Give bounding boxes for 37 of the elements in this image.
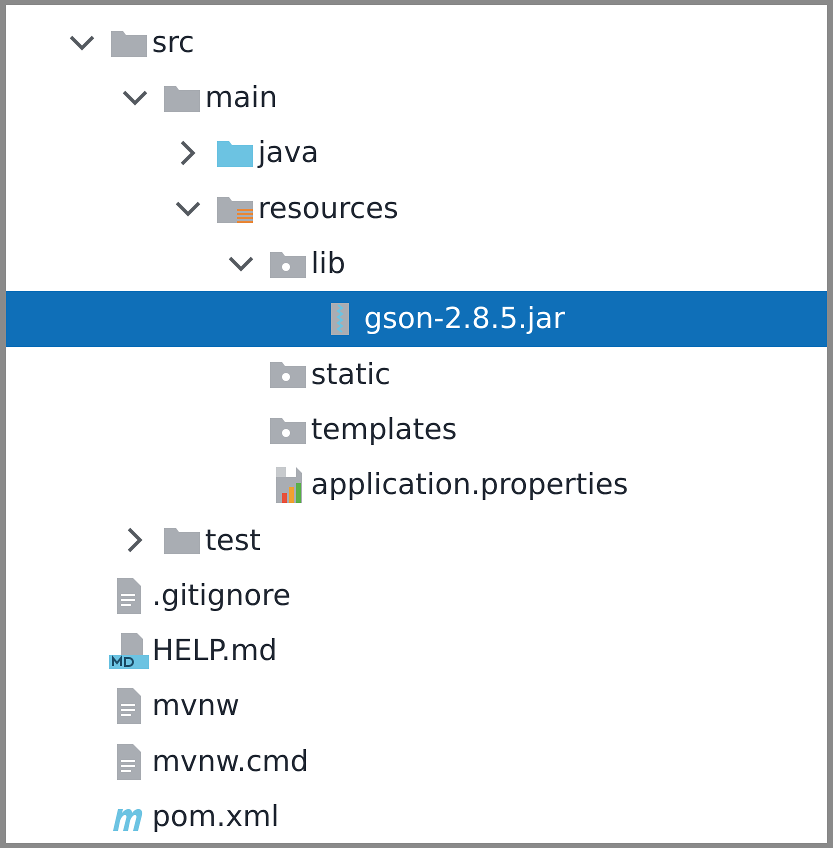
tree-row[interactable]: HELP.md xyxy=(6,623,827,679)
file-name: mvnw xyxy=(152,687,240,724)
chevron-right-icon[interactable] xyxy=(126,526,144,554)
file-name: lib xyxy=(311,245,346,282)
chevron-right-icon[interactable] xyxy=(179,139,197,168)
tree-row[interactable]: lib xyxy=(6,236,827,292)
file-name: HELP.md xyxy=(152,632,278,670)
tree-row[interactable]: java xyxy=(6,126,827,181)
file-name: .gitignore xyxy=(152,576,291,614)
file-name: src xyxy=(152,24,194,61)
chevron-down-icon[interactable] xyxy=(227,254,255,273)
tree-row[interactable]: test xyxy=(6,512,827,568)
file-name: java xyxy=(258,134,319,172)
tree-row[interactable]: src xyxy=(6,15,827,70)
markdown-file-icon xyxy=(109,632,149,669)
tree-row[interactable]: application.properties xyxy=(6,457,827,513)
chevron-down-icon[interactable] xyxy=(174,200,202,218)
tree-row[interactable]: mvnw xyxy=(6,678,827,734)
file-name: resources xyxy=(258,190,399,227)
file-name: gson-2.8.5.jar xyxy=(364,300,565,338)
chevron-down-icon[interactable] xyxy=(68,34,96,52)
chevron-down-icon[interactable] xyxy=(121,88,149,107)
file-name: application.properties xyxy=(311,466,628,504)
tree-row[interactable]: resources xyxy=(6,180,827,236)
tree-row[interactable]: static xyxy=(6,346,827,402)
file-name: templates xyxy=(311,410,458,448)
file-name: pom.xml xyxy=(152,798,280,836)
tree-row[interactable]: pom.xml xyxy=(6,789,827,844)
file-name: main xyxy=(205,79,278,116)
tree-row[interactable]: gson-2.8.5.jar xyxy=(6,291,827,347)
tree-row[interactable]: mvnw.cmd xyxy=(6,734,827,790)
tree-row[interactable]: main xyxy=(6,70,827,126)
file-name: static xyxy=(311,356,391,393)
file-name: mvnw.cmd xyxy=(152,742,309,780)
tree-row[interactable]: templates xyxy=(6,402,827,458)
tree-row[interactable]: .gitignore xyxy=(6,568,827,624)
file-name: test xyxy=(205,522,261,559)
